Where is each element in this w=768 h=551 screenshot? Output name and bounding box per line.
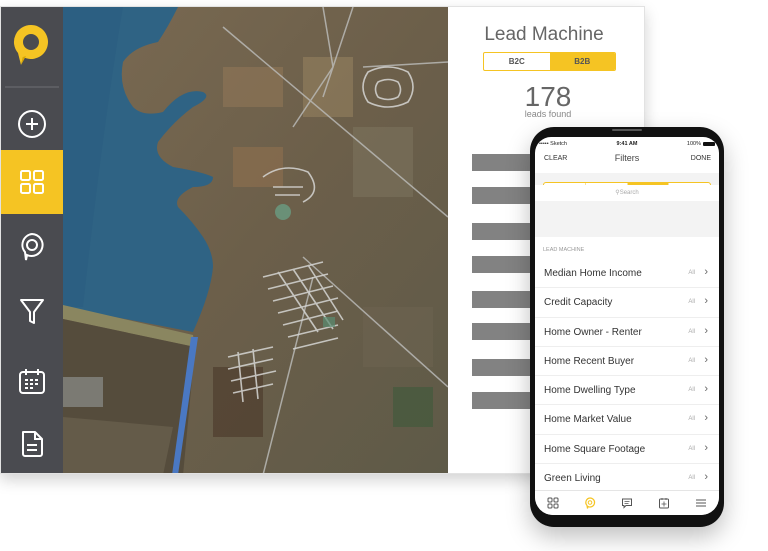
filter-row-home-dwelling-type[interactable]: Home Dwelling Type All › xyxy=(535,376,719,406)
filter-value: All xyxy=(688,299,695,306)
filter-label: Credit Capacity xyxy=(544,297,613,309)
nav-bar: CLEAR Filters DONE xyxy=(535,151,719,169)
section-header-bg xyxy=(535,201,719,237)
filter-label: Home Square Footage xyxy=(544,443,646,455)
filter-value: All xyxy=(688,357,695,364)
battery-percent: 100% xyxy=(686,141,701,147)
sidebar-item-filters[interactable] xyxy=(1,279,63,343)
filter-value: All xyxy=(688,387,695,394)
phone-device: ••••• Sketch 9:41 AM 100% CLEAR Filters … xyxy=(530,127,724,527)
chevron-right-icon: › xyxy=(704,324,708,337)
map-pin-icon xyxy=(585,497,596,509)
panel-title: Lead Machine xyxy=(484,24,604,45)
done-button[interactable]: DONE xyxy=(691,155,711,162)
search-input[interactable]: ⚲Search xyxy=(535,185,719,201)
grid-icon xyxy=(20,170,44,194)
bottom-tab-bar xyxy=(535,490,719,515)
map-pin-icon xyxy=(21,232,44,261)
sidebar-item-add[interactable] xyxy=(1,92,63,156)
filter-row-home-market-value[interactable]: Home Market Value All › xyxy=(535,405,719,435)
tab-calendar[interactable] xyxy=(657,496,671,510)
toggle-b2b[interactable]: B2B xyxy=(549,53,615,70)
filter-row-home-recent-buyer[interactable]: Home Recent Buyer All › xyxy=(535,346,719,377)
filter-label: Home Recent Buyer xyxy=(544,355,635,367)
filter-value: All xyxy=(688,328,695,335)
filter-label: Green Living xyxy=(544,473,601,485)
document-icon xyxy=(22,431,43,457)
filter-value: All xyxy=(688,445,695,452)
sidebar-item-dashboard[interactable] xyxy=(1,150,63,214)
filter-label: Home Dwelling Type xyxy=(544,385,636,397)
sidebar-divider xyxy=(5,86,59,88)
chevron-right-icon: › xyxy=(704,412,708,425)
tab-map[interactable] xyxy=(583,496,597,510)
map-imagery xyxy=(63,7,448,473)
chevron-right-icon: › xyxy=(704,471,708,484)
filter-label: Home Market Value xyxy=(544,414,632,426)
filter-label: Median Home Income xyxy=(544,268,642,279)
filter-value: All xyxy=(688,416,695,423)
filter-list: Median Home Income All › Credit Capacity Al… xyxy=(535,259,719,494)
status-bar: ••••• Sketch 9:41 AM 100% xyxy=(535,140,719,150)
sidebar-item-reports[interactable] xyxy=(1,412,63,473)
sidebar-item-calendar[interactable] xyxy=(1,349,63,413)
filter-row-home-owner-renter[interactable]: Home Owner - Renter All › xyxy=(535,317,719,347)
b2c-b2b-toggle: B2C B2B xyxy=(483,52,616,71)
phone-screen: ••••• Sketch 9:41 AM 100% CLEAR Filters … xyxy=(535,137,719,515)
sidebar xyxy=(1,7,63,473)
filter-row-credit-capacity[interactable]: Credit Capacity All › xyxy=(535,288,719,318)
chat-icon xyxy=(621,498,632,509)
plus-circle-icon xyxy=(18,110,46,138)
calendar-icon xyxy=(658,498,669,509)
filter-row-green-living[interactable]: Green Living All › xyxy=(535,464,719,494)
section-label: LEAD MACHINE xyxy=(543,247,585,253)
menu-icon xyxy=(695,499,706,507)
tab-dashboard[interactable] xyxy=(546,496,560,510)
lead-count-label: leads found xyxy=(524,109,572,119)
grid-icon xyxy=(547,497,559,509)
calendar-icon xyxy=(19,369,45,394)
battery-icon xyxy=(703,142,715,146)
chevron-right-icon: › xyxy=(704,441,708,454)
chevron-right-icon: › xyxy=(704,266,708,278)
filter-value: All xyxy=(688,475,695,482)
toggle-b2c[interactable]: B2C xyxy=(484,53,550,70)
search-placeholder: Search xyxy=(619,190,639,196)
filter-label: Home Owner - Renter xyxy=(544,326,642,338)
filter-value: All xyxy=(688,270,695,276)
filter-row-median-home-income[interactable]: Median Home Income All › xyxy=(535,259,719,289)
stage: Lead Machine B2C B2B 178 leads found •••… xyxy=(0,0,768,551)
chevron-right-icon: › xyxy=(704,353,708,366)
satellite-map[interactable] xyxy=(63,7,448,473)
pin-logo-icon[interactable] xyxy=(12,23,50,67)
tab-messages[interactable] xyxy=(620,496,634,510)
tab-menu[interactable] xyxy=(694,496,708,510)
filter-row-home-square-footage[interactable]: Home Square Footage All › xyxy=(535,434,719,465)
chevron-right-icon: › xyxy=(704,383,708,396)
chevron-right-icon: › xyxy=(704,295,708,308)
sidebar-item-locations[interactable] xyxy=(1,214,63,278)
funnel-icon xyxy=(20,299,44,324)
